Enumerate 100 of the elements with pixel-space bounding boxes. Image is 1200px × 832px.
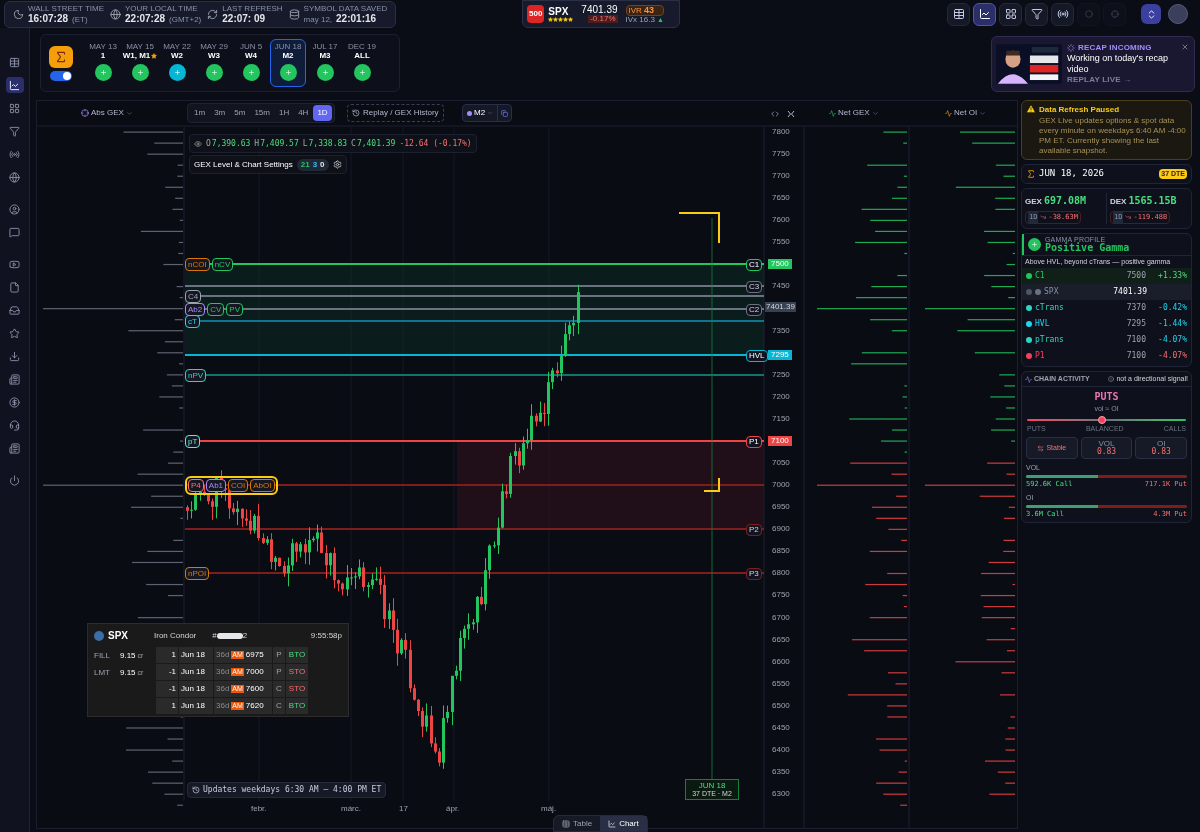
ohlc-key: L (302, 137, 308, 150)
expiry-tab[interactable]: MAY 29 W3 (196, 39, 232, 87)
price-tick: 6500 (772, 701, 790, 710)
replay-button[interactable]: Replay / GEX History (347, 104, 444, 122)
settings-label: GEX Level & Chart Settings (194, 158, 293, 171)
price-tick: 6850 (772, 547, 790, 556)
level-name: cTrans (1035, 302, 1064, 314)
level-tag: COI (228, 479, 249, 493)
ratio-label: VOL (1098, 440, 1115, 448)
price-tick: 7250 (772, 370, 790, 379)
alert-title: Data Refresh Paused (1039, 104, 1121, 116)
level-value: 7500 (1126, 270, 1146, 282)
view-tab[interactable]: Table (554, 816, 601, 831)
level-tag: AbOI (250, 479, 275, 493)
ohlc-value: 7,409.57 (260, 137, 299, 150)
level-tag: nCV (211, 258, 234, 272)
expiry-tab[interactable]: JUN 18 M2 (270, 39, 306, 87)
timeframe-tab[interactable]: 1m (190, 105, 210, 121)
abs-gex-dropdown[interactable]: Abs GEX (91, 107, 124, 119)
ohlc-value: 7,338.83 (308, 137, 348, 150)
expiry-label: W3 (208, 51, 220, 61)
timeframe-tab[interactable]: 15m (250, 105, 274, 121)
level-tag: nPV (185, 368, 207, 382)
date-tick: máj. (541, 803, 557, 815)
level-value: 7401.39 (1113, 286, 1147, 298)
level-label: HVL (746, 349, 768, 362)
leg-dte: 36d (216, 683, 230, 695)
ticker-price: 7401.39 (581, 5, 618, 15)
gamma-state: Positive Gamma (1045, 242, 1130, 253)
expiry-label: W1, M1 (122, 51, 158, 61)
ticker-change: -0.17% (588, 15, 618, 23)
level-name: P1 (1035, 350, 1045, 362)
timeframe-tab[interactable]: 3m (210, 105, 230, 121)
timeframe-tab[interactable]: 5m (230, 105, 250, 121)
date-tick: márc. (341, 803, 361, 815)
price-tick: 6650 (772, 635, 790, 644)
level-label: C2 (746, 304, 763, 316)
ticker-symbol: SPX (548, 6, 570, 17)
ohlc-value: 7,401.39 (356, 137, 396, 150)
alert-text: GEX Live updates options & spot data every minute on weekdays 6:40 AM -4:00 PM ET. Currently showing the last available snapshot. (1039, 116, 1187, 156)
leg-dte: 36d (216, 666, 230, 678)
leg-qty: 1 (156, 647, 178, 663)
leg-action: BTO (286, 698, 308, 714)
count-value: 3 (312, 158, 318, 171)
level-tag: PV (226, 303, 244, 316)
clock-time: 16:07:28 (28, 13, 69, 24)
expiry-tab[interactable]: JUL 17 M3 (307, 39, 343, 87)
price-tick: 7150 (772, 414, 790, 423)
expiry-label: W2 (171, 51, 183, 61)
count-value: 21 (300, 158, 310, 171)
marker-date: JUN 18 (698, 782, 726, 790)
ohlc-value: 7,390.63 (211, 137, 251, 150)
timeframe-tab[interactable]: 1D (313, 105, 332, 121)
expiry-tab[interactable]: JUN 5 W4 (233, 39, 269, 87)
net-gex-dropdown[interactable]: Net GEX (838, 107, 870, 119)
expiry-tab[interactable]: DEC 19 ALL (344, 39, 380, 87)
price-tick: 7350 (772, 326, 790, 335)
clock-time: 22:01:16 (336, 13, 377, 24)
timeframe-tab[interactable]: 4H (294, 105, 313, 121)
price-value: 9.15 (120, 667, 136, 679)
expiry-label: 1 (100, 51, 106, 61)
expiry-tab[interactable]: MAY 15 W1, M1 (122, 39, 158, 87)
price-tick: 7750 (772, 150, 790, 159)
ratio-value: 0.83 (1096, 448, 1117, 456)
ratio-value: 0.83 (1151, 448, 1171, 456)
level-label: P1 (746, 435, 762, 448)
leg-strike: 7620 (245, 700, 264, 712)
leg-action: STO (286, 664, 308, 680)
leg-type: C (273, 698, 285, 714)
order-suffix: 2 (242, 629, 248, 642)
price-tick: 7050 (772, 459, 790, 468)
ticket-symbol: SPX (108, 629, 128, 643)
replay-link[interactable]: REPLAY LIVE → (1067, 75, 1185, 85)
leg-date: Jun 18 (179, 647, 213, 663)
level-value: 7100 (1126, 350, 1146, 362)
clock-label: YOUR LOCAL TIME (125, 4, 199, 13)
expiry-tab[interactable]: MAY 22 W2 (159, 39, 195, 87)
expiry-tab[interactable]: MAY 13 1 (85, 39, 121, 87)
timeframe-tab[interactable]: 1H (274, 105, 294, 121)
price-tick: 7700 (772, 172, 790, 181)
leg-dte: 36d (216, 700, 230, 712)
price-tick: 6800 (772, 569, 790, 578)
series-dropdown[interactable]: M2 (463, 107, 498, 119)
level-tag: nCOI (185, 258, 210, 272)
clock-time: 22:07: 09 (222, 13, 266, 24)
price-tick: 7200 (772, 392, 790, 401)
price-tick: 6400 (772, 745, 790, 754)
net-oi-dropdown[interactable]: Net OI (954, 107, 978, 119)
leg-qty: -1 (156, 681, 178, 697)
price-label: LMT (94, 667, 111, 679)
leg-type: P (273, 664, 285, 680)
level-value: 7100 (1126, 334, 1146, 346)
metric-label: DEX (1110, 196, 1127, 208)
date-tick: ápr. (446, 803, 460, 815)
order-time: 9:55:58p (310, 629, 342, 642)
price-tick: 6700 (772, 613, 790, 622)
level-name: HVL (1035, 318, 1050, 330)
symbol-badge: 500 (527, 5, 545, 23)
ohlc-change: -12.64 (-0.17%) (399, 137, 472, 150)
view-tab[interactable]: Chart (600, 816, 647, 831)
